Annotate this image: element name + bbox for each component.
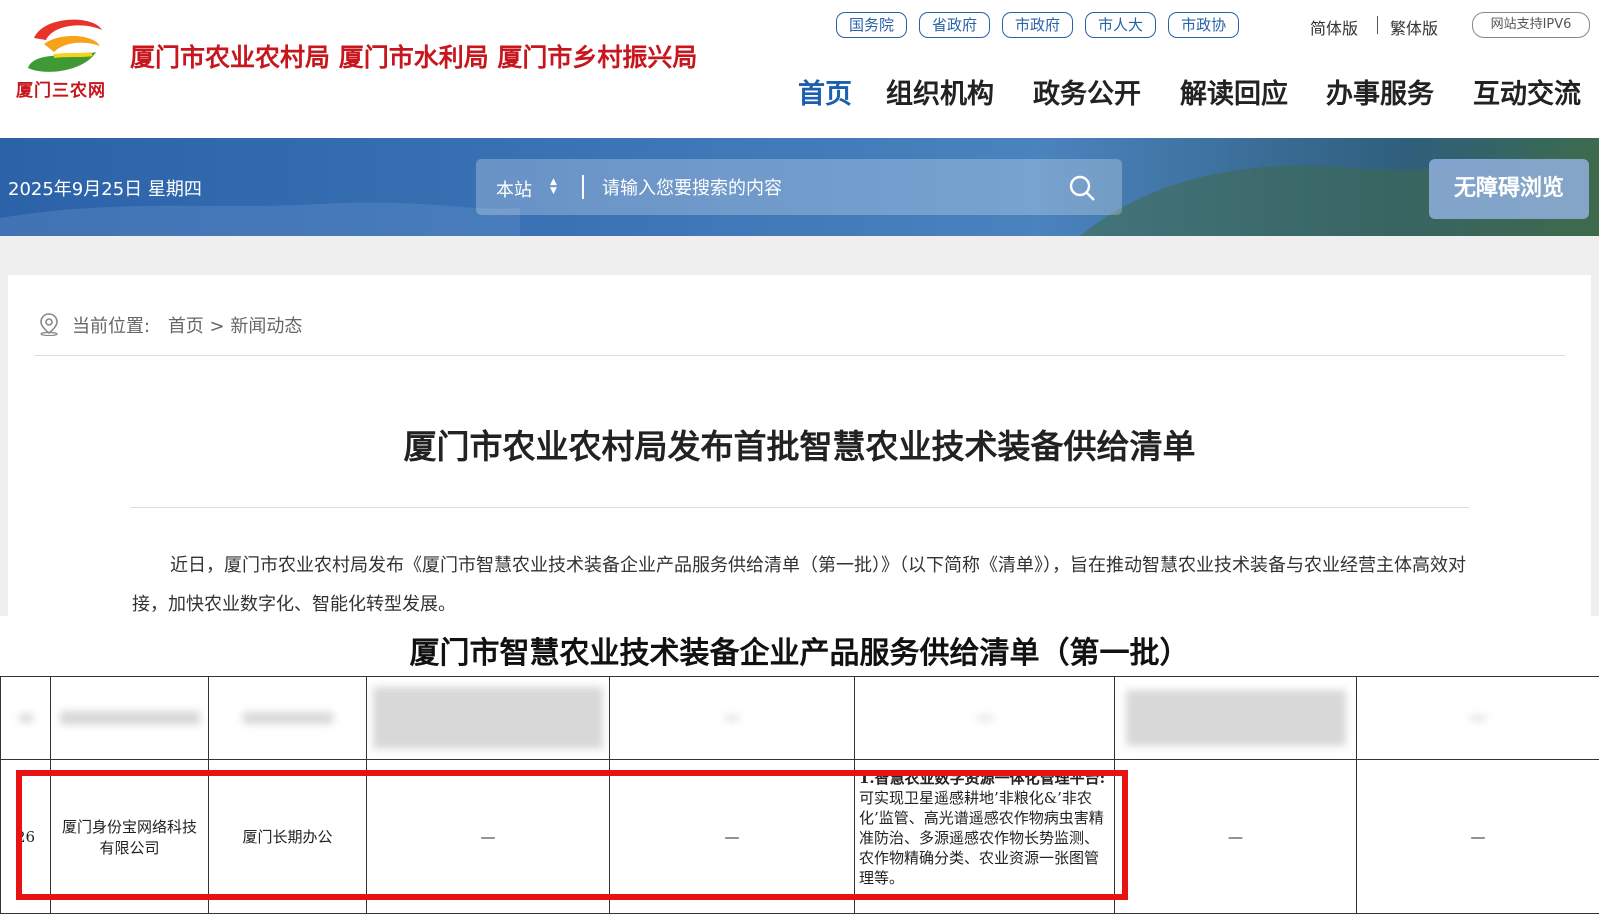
search-scope-select[interactable]: 本站	[496, 176, 532, 202]
table-cell	[1115, 677, 1357, 760]
search-banner: 2025年9月25日 星期四 本站 ▲▼ 无障碍浏览	[0, 138, 1599, 236]
current-date: 2025年9月25日 星期四	[8, 175, 202, 201]
accessibility-button[interactable]: 无障碍浏览	[1429, 159, 1589, 219]
ipv6-badge: 网站支持IPV6	[1472, 12, 1590, 38]
nav-organization[interactable]: 组织机构	[886, 72, 994, 111]
search-input[interactable]	[600, 171, 1034, 205]
article-title: 厦门市农业农村局发布首批智慧农业技术装备供给清单	[0, 420, 1599, 468]
product-name: 1.智慧农业数字资源一体化管理平台:	[859, 769, 1105, 787]
version-divider	[1377, 16, 1378, 34]
link-provincial-gov[interactable]: 省政府	[919, 12, 990, 38]
table-title: 厦门市智慧农业技术装备企业产品服务供给清单（第一批）	[0, 628, 1599, 672]
table-cell	[367, 677, 610, 760]
table-cell: —	[610, 760, 855, 914]
nav-government-affairs[interactable]: 政务公开	[1033, 72, 1141, 111]
table-cell	[1357, 677, 1599, 760]
link-city-congress[interactable]: 市人大	[1085, 12, 1156, 38]
link-state-council[interactable]: 国务院	[836, 12, 907, 38]
table-cell: —	[367, 760, 610, 914]
article-paragraph: 近日，厦门市农业农村局发布《厦门市智慧农业技术装备企业产品服务供给清单（第一批）…	[132, 546, 1470, 624]
search-icon[interactable]	[1068, 174, 1096, 202]
search-box: 本站 ▲▼	[476, 159, 1122, 215]
table-cell	[610, 677, 855, 760]
link-city-cppcc[interactable]: 市政协	[1168, 12, 1239, 38]
top-links: 国务院 省政府 市政府 市人大 市政协	[836, 12, 1239, 38]
nav-interpretation[interactable]: 解读回应	[1180, 72, 1288, 111]
row-number: 26	[1, 760, 51, 914]
logo-text: 厦门三农网	[16, 76, 106, 101]
breadcrumb-label: 当前位置:	[72, 316, 150, 337]
company-name: 厦门身份宝网络科技有限公司	[51, 760, 209, 914]
breadcrumb-separator: >	[210, 316, 225, 337]
table-cell: —	[1357, 760, 1599, 914]
table-cell	[1, 677, 51, 760]
table-cell	[51, 677, 209, 760]
table-cell	[855, 677, 1115, 760]
breadcrumb-divider	[34, 355, 1565, 356]
nav-services[interactable]: 办事服务	[1326, 72, 1434, 111]
nav-interaction[interactable]: 互动交流	[1473, 72, 1581, 111]
location-pin-icon	[38, 312, 60, 336]
link-city-gov[interactable]: 市政府	[1002, 12, 1073, 38]
breadcrumb-home[interactable]: 首页	[168, 316, 204, 337]
office-location: 厦门长期办公	[209, 760, 367, 914]
product-description: 1.智慧农业数字资源一体化管理平台: 可实现卫星遥感耕地’非粮化&’非农化’监管、…	[855, 760, 1115, 914]
blurred-table-row	[1, 677, 1599, 760]
search-divider	[582, 175, 584, 199]
table-cell: —	[1115, 760, 1357, 914]
supply-list-table: 26 厦门身份宝网络科技有限公司 厦门长期办公 — — 1.智慧农业数字资源一体…	[0, 676, 1599, 914]
breadcrumb: 当前位置: 首页 > 新闻动态	[72, 312, 302, 338]
table-row: 26 厦门身份宝网络科技有限公司 厦门长期办公 — — 1.智慧农业数字资源一体…	[1, 760, 1599, 914]
traditional-version-link[interactable]: 繁体版	[1390, 15, 1438, 39]
table-cell	[209, 677, 367, 760]
nav-home[interactable]: 首页	[798, 72, 852, 111]
simplified-version-link[interactable]: 简体版	[1310, 15, 1358, 39]
title-divider	[130, 507, 1469, 508]
scope-sort-icon[interactable]: ▲▼	[550, 178, 557, 196]
breadcrumb-current[interactable]: 新闻动态	[230, 316, 302, 337]
site-header: 厦门三农网 厦门市农业农村局 厦门市水利局 厦门市乡村振兴局 国务院 省政府 市…	[0, 0, 1599, 138]
agency-names: 厦门市农业农村局 厦门市水利局 厦门市乡村振兴局	[130, 38, 697, 74]
product-detail: 可实现卫星遥感耕地’非粮化&’非农化’监管、高光谱遥感农作物病虫害精准防治、多源…	[859, 789, 1104, 887]
